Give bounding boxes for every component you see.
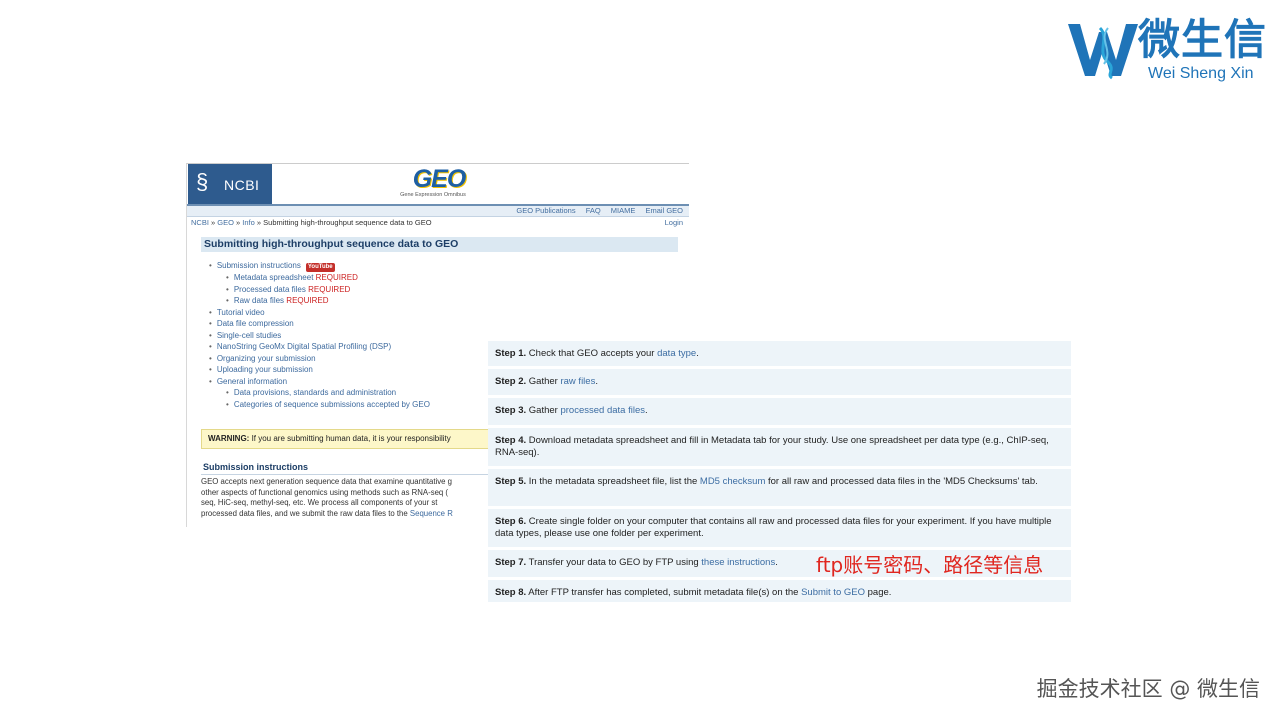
- step-text-end: .: [775, 557, 778, 568]
- step-label: Step 2.: [495, 376, 527, 387]
- toc-item[interactable]: Uploading your submission: [209, 364, 430, 376]
- toc-list: Submission instructions YouTube Metadata …: [209, 260, 430, 410]
- step-text-end: for all raw and processed data files in …: [765, 476, 1038, 487]
- required-badge: REQUIRED: [308, 284, 351, 294]
- toc-processed[interactable]: Processed data files: [234, 285, 306, 294]
- sequence-read-archive-link[interactable]: Sequence R: [410, 509, 453, 518]
- step-8: Step 8. After FTP transfer has completed…: [488, 580, 1071, 605]
- step-label: Step 1.: [495, 348, 527, 359]
- nav-faq[interactable]: FAQ: [586, 206, 601, 215]
- ftp-annotation: ftp账号密码、路径等信息: [816, 553, 1044, 577]
- step-text: Gather: [528, 376, 561, 387]
- step-text: In the metadata spreadsheet file, list t…: [528, 476, 700, 487]
- toc-submission-instructions[interactable]: Submission instructions: [217, 261, 301, 270]
- step-label: Step 4.: [495, 435, 527, 446]
- toc-item[interactable]: Processed data files REQUIRED: [209, 284, 430, 296]
- toc-item[interactable]: Data provisions, standards and administr…: [209, 387, 430, 399]
- step-text: Create single folder on your computer th…: [495, 516, 1052, 539]
- toc-item[interactable]: Submission instructions YouTube: [209, 260, 430, 272]
- crumb-current: Submitting high-throughput sequence data…: [263, 218, 432, 227]
- youtube-icon[interactable]: YouTube: [305, 263, 335, 272]
- step-1: Step 1. Check that GEO accepts your data…: [488, 341, 1071, 369]
- toc-item[interactable]: Data file compression: [209, 318, 430, 330]
- ncbi-logo-text: NCBI: [224, 177, 260, 193]
- data-type-link[interactable]: data type: [657, 348, 696, 359]
- step-4: Step 4. Download metadata spreadsheet an…: [488, 428, 1071, 469]
- page-title: Submitting high-throughput sequence data…: [201, 237, 678, 252]
- md5-checksum-link[interactable]: MD5 checksum: [700, 476, 765, 487]
- step-text-end: page.: [864, 587, 892, 598]
- toc-item[interactable]: Tutorial video: [209, 307, 430, 319]
- nav-geo-publications[interactable]: GEO Publications: [516, 206, 575, 215]
- watermark: 掘金技术社区 @ 微生信: [1036, 677, 1260, 701]
- brand-name-cn: 微生信: [1138, 15, 1268, 64]
- breadcrumb: NCBI » GEO » Info » Submitting high-thro…: [191, 217, 683, 229]
- ncbi-helix-icon: §: [196, 169, 209, 194]
- toc-item[interactable]: Metadata spreadsheet REQUIRED: [209, 272, 430, 284]
- geo-navbar: GEO Publications FAQ MIAME Email GEO: [187, 206, 689, 217]
- required-badge: REQUIRED: [286, 296, 329, 305]
- geo-header: § NCBI GEO Gene Expression Omnibus: [187, 164, 689, 206]
- raw-files-link[interactable]: raw files: [560, 376, 595, 387]
- toc-raw[interactable]: Raw data files: [234, 296, 284, 305]
- section-title: Submission instructions: [203, 462, 309, 472]
- step-3: Step 3. Gather processed data files.: [488, 398, 1071, 428]
- step-text: After FTP transfer has completed, submit…: [528, 587, 802, 598]
- these-instructions-link[interactable]: these instructions: [701, 557, 775, 568]
- toc-item[interactable]: Organizing your submission: [209, 353, 430, 365]
- crumb-ncbi[interactable]: NCBI: [191, 218, 209, 227]
- warning-label: WARNING:: [208, 434, 250, 443]
- step-text: Gather: [528, 405, 561, 416]
- warning-text: If you are submitting human data, it is …: [251, 434, 451, 443]
- step-label: Step 5.: [495, 476, 527, 487]
- nav-email-geo[interactable]: Email GEO: [645, 206, 683, 215]
- step-6: Step 6. Create single folder on your com…: [488, 509, 1071, 550]
- geo-logo-subtitle: Gene Expression Omnibus: [400, 192, 466, 198]
- submit-to-geo-link[interactable]: Submit to GEO: [801, 587, 865, 598]
- step-label: Step 3.: [495, 405, 527, 416]
- step-text-end: .: [595, 376, 598, 387]
- step-text-end: .: [644, 405, 648, 416]
- ncbi-logo[interactable]: § NCBI: [188, 164, 272, 204]
- crumb-geo[interactable]: GEO: [217, 218, 234, 227]
- brand-w-icon: [1068, 24, 1138, 80]
- brand-name-en: Wei Sheng Xin: [1148, 65, 1254, 82]
- geo-logo[interactable]: GEO Gene Expression Omnibus: [400, 165, 469, 204]
- toc-item[interactable]: Categories of sequence submissions accep…: [209, 399, 430, 411]
- toc-item[interactable]: Single-cell studies: [209, 330, 430, 342]
- crumb-info[interactable]: Info: [242, 218, 255, 227]
- required-badge: REQUIRED: [315, 273, 358, 282]
- step-label: Step 6.: [495, 516, 527, 527]
- step-text-end: .: [696, 348, 699, 359]
- toc-item[interactable]: NanoString GeoMx Digital Spatial Profili…: [209, 341, 430, 353]
- step-text: Download metadata spreadsheet and fill i…: [495, 435, 1049, 458]
- brand-logo: 微生信 Wei Sheng Xin: [1066, 16, 1271, 86]
- step-text: Check that GEO accepts your: [528, 348, 658, 359]
- processed-data-files-link[interactable]: processed data files: [560, 405, 645, 416]
- login-link[interactable]: Login: [665, 217, 683, 229]
- toc-item[interactable]: General information: [209, 376, 430, 388]
- step-text: Transfer your data to GEO by FTP using: [528, 557, 702, 568]
- step-label: Step 8.: [495, 587, 527, 598]
- toc-item[interactable]: Raw data files REQUIRED: [209, 295, 430, 307]
- step-label: Step 7.: [495, 557, 527, 568]
- step-5: Step 5. In the metadata spreadsheet file…: [488, 469, 1071, 509]
- para-line-text: processed data files, and we submit the …: [201, 508, 410, 518]
- geo-logo-text: GEO: [412, 165, 467, 193]
- toc-metadata[interactable]: Metadata spreadsheet: [234, 273, 314, 282]
- step-2: Step 2. Gather raw files.: [488, 369, 1071, 398]
- nav-miame[interactable]: MIAME: [611, 206, 636, 215]
